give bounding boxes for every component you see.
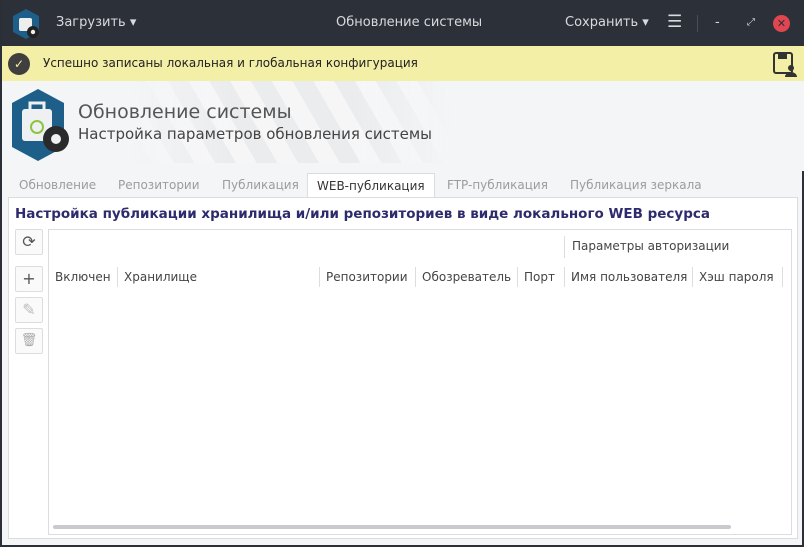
refresh-icon: ⟳ (22, 232, 36, 251)
column-header-enabled[interactable]: Включен (49, 267, 111, 287)
check-icon: ✓ (8, 53, 30, 75)
add-button[interactable]: + (15, 266, 43, 292)
column-header-more[interactable] (782, 267, 789, 287)
tab-mirror-publication[interactable]: Публикация зеркала (570, 173, 702, 198)
chevron-down-icon: ▾ (129, 15, 137, 30)
trash-icon: 🗑 (20, 333, 38, 348)
app-window: Загрузить ▾ Обновление системы Сохранить… (1, 0, 804, 546)
column-header-port[interactable]: Порт (517, 267, 555, 287)
plus-icon: + (22, 269, 36, 288)
save-label: Сохранить (565, 15, 639, 30)
column-header-repositories[interactable]: Репозитории (319, 267, 408, 287)
tab-repositories[interactable]: Репозитории (118, 173, 200, 198)
group-header-auth: Параметры авторизации (564, 236, 729, 258)
tab-publication[interactable]: Публикация (222, 173, 299, 198)
page-title: Обновление системы (78, 101, 292, 123)
column-header-username[interactable]: Имя пользователя (564, 267, 687, 287)
app-icon (13, 9, 39, 39)
window-title: Обновление системы (336, 15, 483, 30)
column-header-browser[interactable]: Обозреватель (415, 267, 511, 287)
close-button[interactable]: ✕ (773, 15, 790, 32)
tab-ftp-publication[interactable]: FTP-публикация (447, 173, 548, 198)
page-subtitle: Настройка параметров обновления системы (78, 125, 433, 143)
divider (697, 15, 698, 32)
column-header-storage[interactable]: Хранилище (117, 267, 319, 287)
refresh-button[interactable]: ⟳ (15, 229, 43, 255)
maximize-button[interactable]: ⤢ (747, 17, 755, 28)
notification-text: Успешно записаны локальная и глобальная … (43, 56, 418, 70)
edit-button[interactable]: ✎ (15, 297, 43, 323)
notification-bar: ✓ Успешно записаны локальная и глобальна… (2, 46, 804, 81)
load-label: Загрузить (56, 15, 126, 30)
tab-update[interactable]: Обновление (19, 173, 96, 198)
delete-button[interactable]: 🗑 (15, 328, 43, 354)
save-config-icon[interactable] (772, 51, 798, 77)
title-bar: Загрузить ▾ Обновление системы Сохранить… (2, 1, 804, 46)
horizontal-scrollbar[interactable] (53, 525, 731, 529)
save-menu-button[interactable]: Сохранить ▾ (565, 15, 649, 30)
tab-web-publication[interactable]: WEB-публикация (307, 173, 435, 198)
minimize-button[interactable]: - (715, 15, 720, 30)
page-header: Обновление системы Настройка параметров … (2, 81, 804, 171)
publication-table: Параметры авторизации Включен Хранилище … (48, 229, 792, 535)
system-update-logo-icon (12, 89, 69, 161)
hamburger-menu-icon[interactable]: ☰ (667, 12, 682, 32)
chevron-down-icon: ▾ (642, 15, 649, 30)
section-heading: Настройка публикации хранилища и/или реп… (15, 206, 710, 222)
web-publication-panel: Настройка публикации хранилища и/или реп… (8, 197, 798, 539)
column-header-password-hash[interactable]: Хэш пароля (692, 267, 774, 287)
pencil-icon: ✎ (22, 300, 36, 319)
load-menu-button[interactable]: Загрузить ▾ (56, 15, 136, 30)
